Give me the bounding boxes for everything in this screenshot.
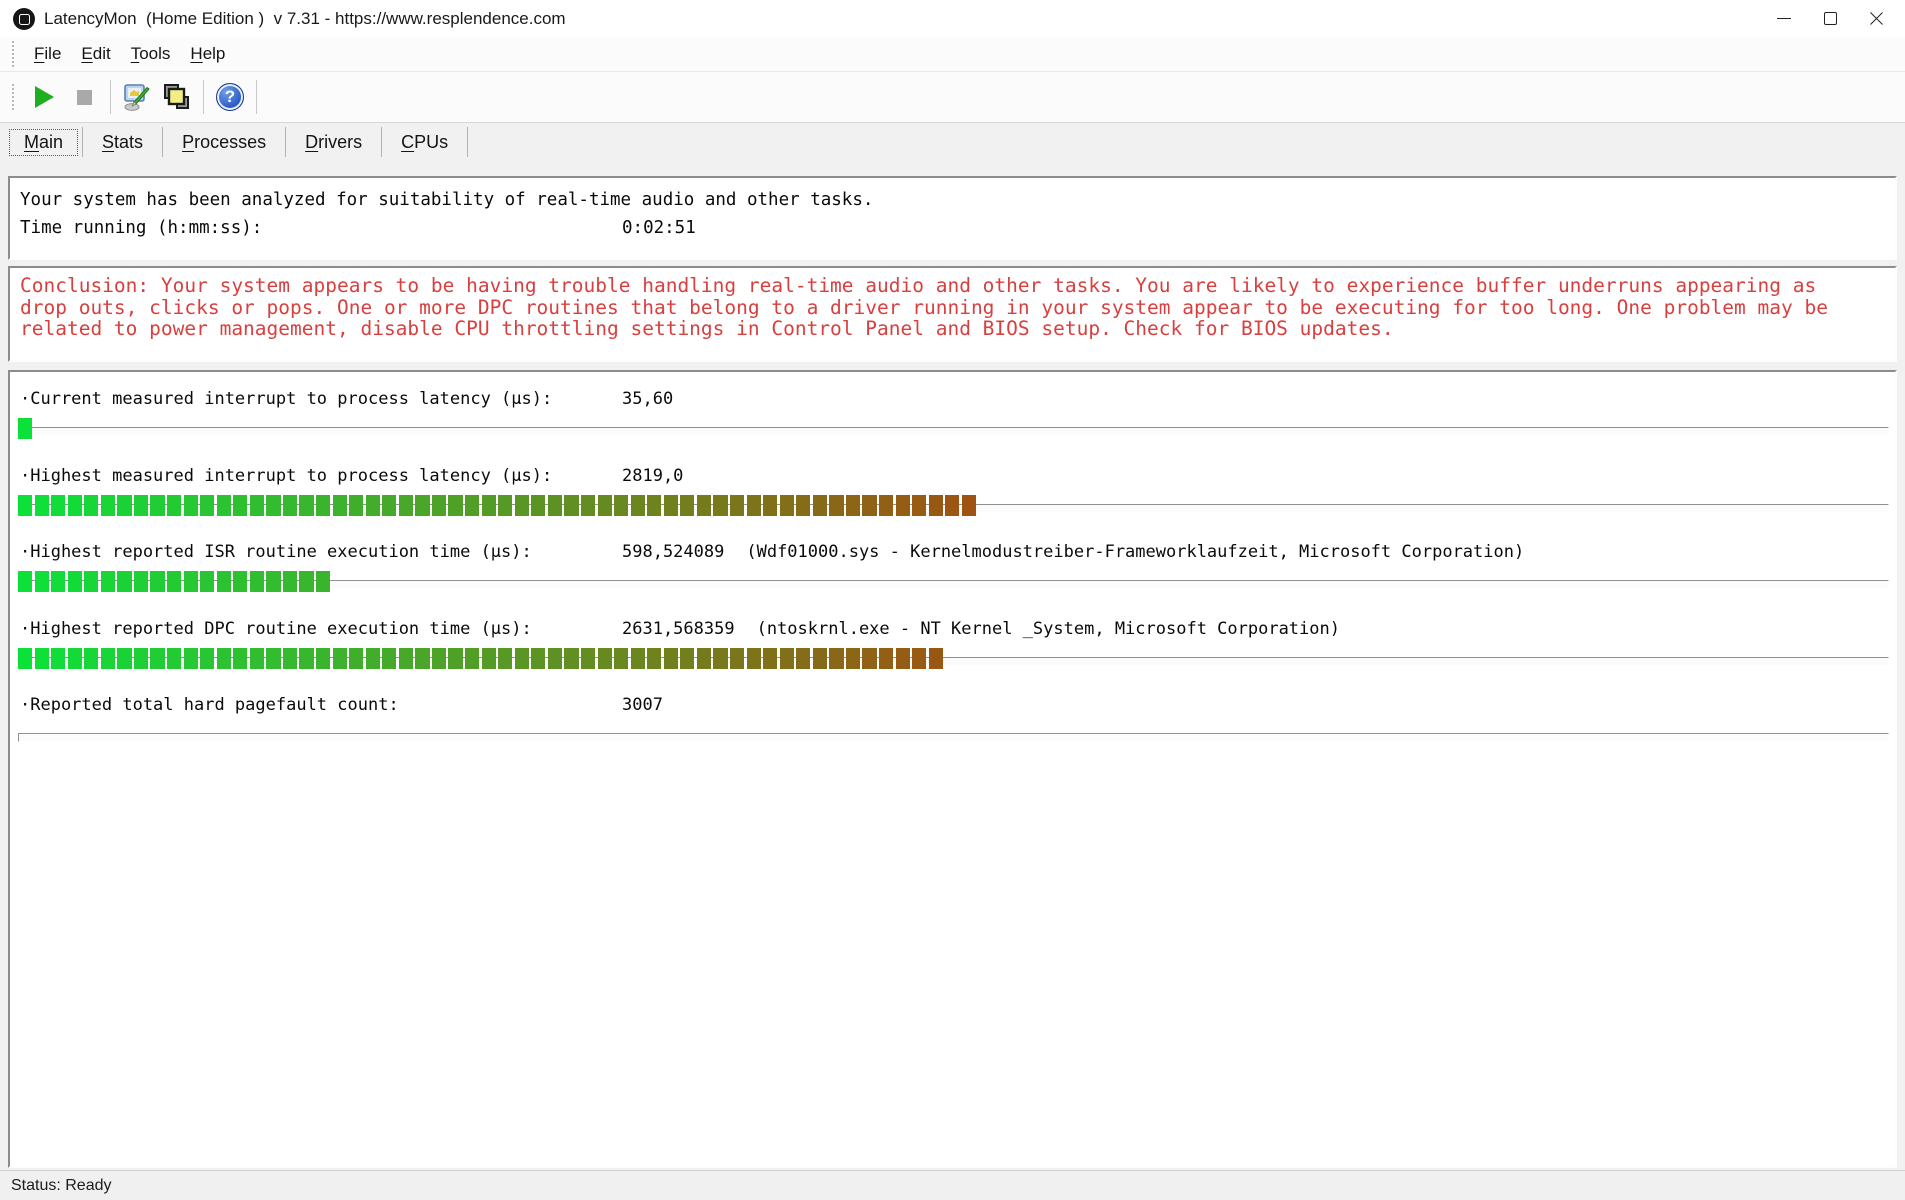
status-text: Status: Ready xyxy=(11,1177,112,1195)
time-running-label: Time running (h:mm:ss): xyxy=(20,218,262,238)
analysis-summary: Your system has been analyzed for suitab… xyxy=(10,186,1895,214)
latency-meter-bar xyxy=(18,418,1889,440)
toolbar-separator xyxy=(110,80,111,114)
minimize-button[interactable] xyxy=(1761,0,1807,37)
row-detail: (Wdf01000.sys - Kernelmodustreiber-Frame… xyxy=(746,542,1524,562)
status-bar: Status: Ready xyxy=(0,1170,1905,1200)
menu-bar: File Edit Tools Help xyxy=(0,37,1905,72)
measurements-panel: ·Current measured interrupt to process l… xyxy=(8,370,1897,1168)
app-icon xyxy=(13,8,35,30)
maximize-button[interactable] xyxy=(1807,0,1853,37)
menu-edit[interactable]: Edit xyxy=(71,40,120,68)
row-label: ·Highest measured interrupt to process l… xyxy=(20,466,552,486)
minimize-icon xyxy=(1777,18,1791,19)
stop-monitor-button[interactable] xyxy=(64,77,104,117)
close-icon xyxy=(1869,11,1884,26)
time-running-value: 0:02:51 xyxy=(622,214,696,242)
menu-file[interactable]: File xyxy=(24,40,71,68)
tab-cpus[interactable]: CPUs xyxy=(382,127,468,157)
row-value: 598,524089 xyxy=(622,542,724,562)
toolbar: ? xyxy=(0,72,1905,123)
row-pagefault-count: ·Reported total hard pagefault count: 300… xyxy=(10,693,1895,770)
toolbar-separator xyxy=(256,80,257,114)
meter-rail xyxy=(18,427,1889,436)
stop-icon xyxy=(77,90,92,105)
row-highest-latency: ·Highest measured interrupt to process l… xyxy=(10,464,1895,541)
menubar-gripper[interactable] xyxy=(12,41,18,67)
row-label: ·Current measured interrupt to process l… xyxy=(20,389,552,409)
row-highest-dpc: ·Highest reported DPC routine execution … xyxy=(10,617,1895,694)
row-value: 35,60 xyxy=(622,389,673,409)
row-label: ·Highest reported ISR routine execution … xyxy=(20,542,532,562)
toolbar-separator xyxy=(203,80,204,114)
meter-rail xyxy=(18,733,1889,742)
latency-meter-bar xyxy=(18,495,1889,517)
menu-tools[interactable]: Tools xyxy=(121,40,181,68)
window-controls xyxy=(1761,0,1899,37)
latency-meter-bar xyxy=(18,571,1889,593)
tab-strip: Main Stats Processes Drivers CPUs xyxy=(0,123,1905,161)
question-mark-icon: ? xyxy=(216,83,244,111)
latency-meter-bar xyxy=(18,648,1889,670)
copy-report-button[interactable] xyxy=(157,77,197,117)
measurement-rows: ·Current measured interrupt to process l… xyxy=(10,372,1895,770)
window-title: LatencyMon (Home Edition ) v 7.31 - http… xyxy=(44,9,566,29)
row-detail: (ntoskrnl.exe - NT Kernel _System, Micro… xyxy=(757,619,1340,639)
row-value: 3007 xyxy=(622,695,663,715)
analysis-panel: Your system has been analyzed for suitab… xyxy=(8,176,1897,260)
title-bar: LatencyMon (Home Edition ) v 7.31 - http… xyxy=(0,0,1905,37)
row-highest-isr: ·Highest reported ISR routine execution … xyxy=(10,540,1895,617)
row-label: ·Reported total hard pagefault count: xyxy=(20,695,399,715)
row-label: ·Highest reported DPC routine execution … xyxy=(20,619,532,639)
conclusion-text: Conclusion: Your system appears to be ha… xyxy=(10,268,1895,340)
tab-processes[interactable]: Processes xyxy=(163,127,286,157)
tab-main[interactable]: Main xyxy=(5,127,83,157)
copy-pages-icon xyxy=(162,82,192,112)
start-monitor-button[interactable] xyxy=(24,77,64,117)
menu-help[interactable]: Help xyxy=(180,40,235,68)
monitor-edit-icon xyxy=(122,82,152,112)
row-current-latency: ·Current measured interrupt to process l… xyxy=(10,387,1895,464)
tab-drivers[interactable]: Drivers xyxy=(286,127,382,157)
time-running-row: Time running (h:mm:ss): 0:02:51 xyxy=(10,214,1895,242)
play-icon xyxy=(35,86,54,108)
latency-meter-bar xyxy=(18,724,1889,746)
row-value: 2631,568359 xyxy=(622,619,735,639)
toolbar-gripper[interactable] xyxy=(12,84,18,110)
row-value: 2819,0 xyxy=(622,466,683,486)
edit-options-button[interactable] xyxy=(117,77,157,117)
conclusion-panel: Conclusion: Your system appears to be ha… xyxy=(8,266,1897,362)
maximize-icon xyxy=(1824,12,1837,25)
tab-stats[interactable]: Stats xyxy=(83,127,163,157)
help-button[interactable]: ? xyxy=(210,77,250,117)
close-button[interactable] xyxy=(1853,0,1899,37)
